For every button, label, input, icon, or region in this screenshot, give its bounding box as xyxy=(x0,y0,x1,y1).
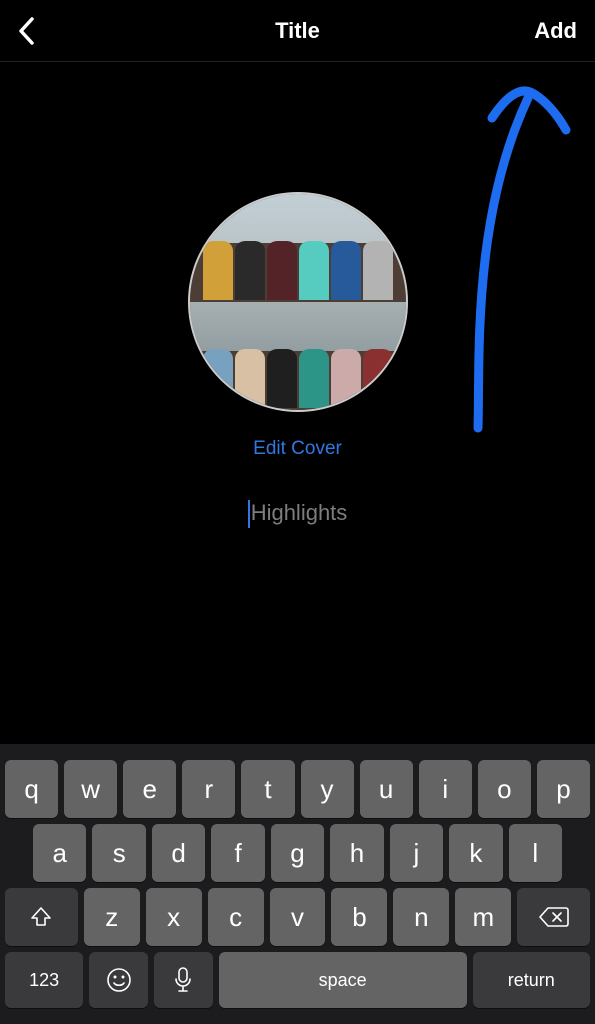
key-f[interactable]: f xyxy=(211,824,264,882)
keyboard: q w e r t y u i o p a s d f g h j k l z … xyxy=(0,744,595,1024)
key-o[interactable]: o xyxy=(478,760,531,818)
dictation-key[interactable] xyxy=(154,952,213,1008)
keyboard-row-3: z x c v b n m xyxy=(5,888,590,946)
header-bar: Title Add xyxy=(0,0,595,62)
key-d[interactable]: d xyxy=(152,824,205,882)
text-cursor xyxy=(248,500,250,528)
key-j[interactable]: j xyxy=(390,824,443,882)
numbers-key[interactable]: 123 xyxy=(5,952,83,1008)
edit-cover-button[interactable]: Edit Cover xyxy=(253,438,342,460)
back-button[interactable] xyxy=(18,17,88,45)
key-w[interactable]: w xyxy=(64,760,117,818)
key-k[interactable]: k xyxy=(449,824,502,882)
key-x[interactable]: x xyxy=(146,888,202,946)
content-area: Edit Cover Highlights xyxy=(0,62,595,528)
shift-key[interactable] xyxy=(5,888,78,946)
key-r[interactable]: r xyxy=(182,760,235,818)
key-i[interactable]: i xyxy=(419,760,472,818)
shift-icon xyxy=(29,905,53,929)
mic-icon xyxy=(174,967,192,993)
key-a[interactable]: a xyxy=(33,824,86,882)
key-v[interactable]: v xyxy=(270,888,326,946)
page-title: Title xyxy=(275,18,320,44)
emoji-key[interactable] xyxy=(89,952,148,1008)
key-s[interactable]: s xyxy=(92,824,145,882)
key-l[interactable]: l xyxy=(509,824,562,882)
key-t[interactable]: t xyxy=(241,760,294,818)
emoji-icon xyxy=(106,967,132,993)
key-h[interactable]: h xyxy=(330,824,383,882)
backspace-key[interactable] xyxy=(517,888,590,946)
keyboard-row-2: a s d f g h j k l xyxy=(5,824,590,882)
key-b[interactable]: b xyxy=(331,888,387,946)
chevron-left-icon xyxy=(18,17,34,45)
space-key[interactable]: space xyxy=(219,952,467,1008)
key-m[interactable]: m xyxy=(455,888,511,946)
title-input[interactable]: Highlights xyxy=(251,500,348,528)
key-y[interactable]: y xyxy=(301,760,354,818)
key-g[interactable]: g xyxy=(271,824,324,882)
key-z[interactable]: z xyxy=(84,888,140,946)
key-p[interactable]: p xyxy=(537,760,590,818)
key-c[interactable]: c xyxy=(208,888,264,946)
add-button[interactable]: Add xyxy=(507,18,577,44)
backspace-icon xyxy=(539,906,569,928)
key-u[interactable]: u xyxy=(360,760,413,818)
return-key[interactable]: return xyxy=(473,952,590,1008)
keyboard-row-4: 123 space return xyxy=(5,952,590,1008)
title-input-container[interactable]: Highlights xyxy=(248,500,348,528)
cover-image[interactable] xyxy=(188,192,408,412)
key-n[interactable]: n xyxy=(393,888,449,946)
keyboard-row-1: q w e r t y u i o p xyxy=(5,760,590,818)
key-q[interactable]: q xyxy=(5,760,58,818)
key-e[interactable]: e xyxy=(123,760,176,818)
